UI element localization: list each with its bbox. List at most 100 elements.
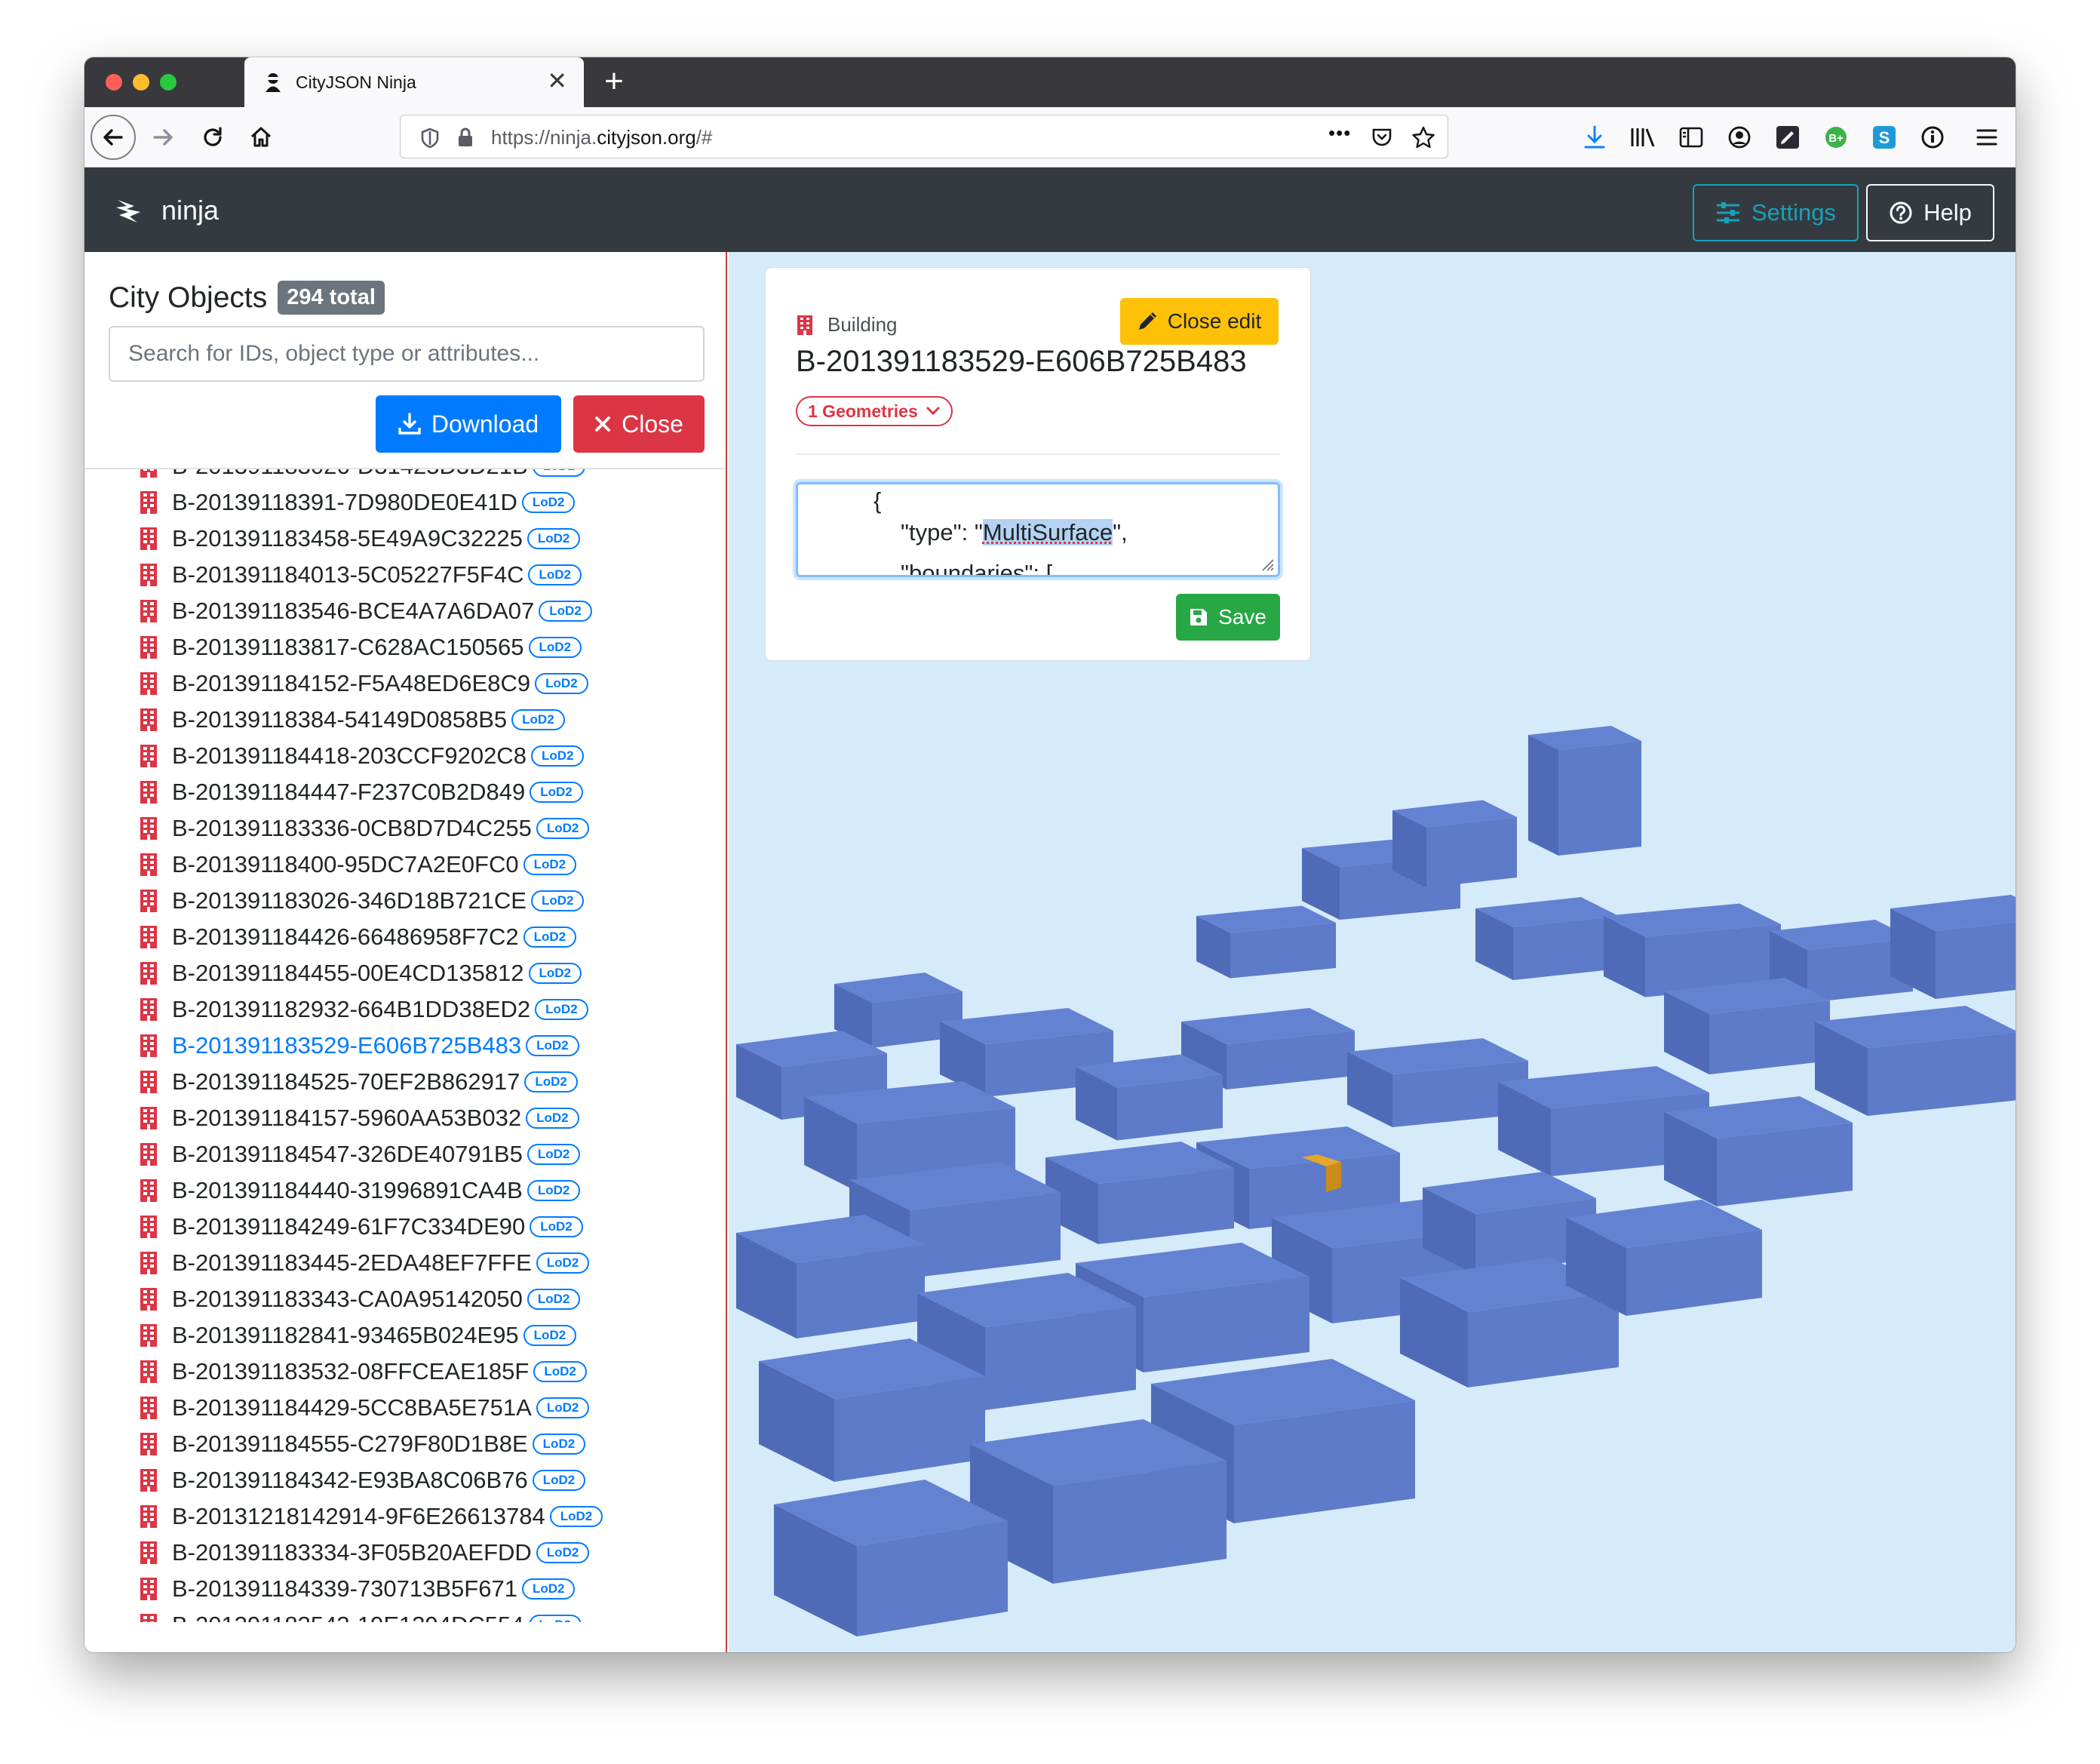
city-object-id: B-201391184426-66486958F7C2	[172, 923, 519, 950]
city-object-item[interactable]: B-201391184447-F237C0B2D849 LoD2	[140, 774, 603, 810]
city-object-item[interactable]: B-201391184440-31996891CA4B LoD2	[140, 1172, 603, 1209]
new-tab-button[interactable]: +	[594, 62, 634, 101]
tab-cityjson-ninja[interactable]: CityJSON Ninja ✕	[244, 57, 584, 107]
city-object-item[interactable]: B-201391183026-D31425D3D21B LoD2	[140, 469, 603, 484]
city-object-item[interactable]: B-20139118400-95DC7A2E0FC0 LoD2	[140, 847, 603, 883]
extension-badge-button[interactable]: B+	[1821, 122, 1851, 152]
help-button[interactable]: Help	[1866, 184, 1994, 241]
building-block[interactable]	[1890, 895, 2016, 999]
city-object-item[interactable]: B-201391184418-203CCF9202C8 LoD2	[140, 738, 603, 774]
extension-pen-button[interactable]	[1773, 122, 1803, 152]
extension-s-button[interactable]: S	[1869, 122, 1899, 152]
city-object-item[interactable]: B-201391183336-0CB8D7D4C255 LoD2	[140, 810, 603, 847]
building-icon	[140, 1433, 157, 1455]
building-block[interactable]	[1392, 800, 1517, 888]
city-object-item[interactable]: B-201391183817-C628AC150565 LoD2	[140, 629, 603, 665]
save-button[interactable]: Save	[1176, 594, 1280, 641]
building-block[interactable]	[1566, 1200, 1762, 1316]
extension-info-button[interactable]	[1917, 122, 1948, 152]
city-objects-list-container[interactable]: B-201391183026-D31425D3D21BLoD2B-2013911…	[84, 468, 726, 1622]
sidebar-toggle-button[interactable]	[1676, 122, 1706, 152]
close-file-button[interactable]: Close	[573, 395, 705, 453]
download-button[interactable]: Download	[376, 395, 561, 453]
back-button[interactable]	[91, 115, 136, 160]
lod-badge: LoD2	[535, 673, 588, 694]
home-button[interactable]	[238, 115, 284, 160]
city-object-item[interactable]: B-201391184555-C279F80D1B8E LoD2	[140, 1426, 603, 1462]
building-icon	[140, 1071, 157, 1093]
city-object-item[interactable]: B-201391183529-E606B725B483 LoD2	[140, 1028, 603, 1064]
city-object-item[interactable]: B-201391184547-326DE40791B5 LoD2	[140, 1136, 603, 1172]
city-object-item[interactable]: B-201391183343-CA0A95142050 LoD2	[140, 1281, 603, 1317]
json-editor-textarea[interactable]: { "type": "MultiSurface", "boundaries": …	[796, 482, 1280, 577]
city-object-item[interactable]: B-201391184152-F5A48ED6E8C9 LoD2	[140, 665, 603, 702]
resize-grip-icon[interactable]	[1258, 555, 1275, 572]
forward-button[interactable]	[140, 115, 186, 160]
search-input[interactable]	[109, 326, 705, 382]
building-block[interactable]	[759, 1338, 985, 1482]
url-text[interactable]: https://ninja.cityjson.org/#	[491, 126, 712, 149]
lod-badge: LoD2	[530, 890, 585, 911]
star-icon[interactable]	[1411, 125, 1435, 149]
building-block[interactable]	[970, 1419, 1227, 1584]
city-object-item[interactable]: B-201391183445-2EDA48EF7FFE LoD2	[140, 1245, 603, 1281]
city-object-item[interactable]: B-201391183546-BCE4A7A6DA07 LoD2	[140, 593, 603, 629]
building-block[interactable]	[1528, 726, 1641, 856]
city-object-id: B-201391183334-3F05B20AEFDD	[172, 1539, 532, 1566]
library-icon	[1631, 128, 1655, 147]
brand[interactable]: ninja	[115, 195, 219, 226]
account-button[interactable]	[1724, 122, 1755, 152]
city-object-item[interactable]: B-201391183543-19E1394DC554 LoD2	[140, 1607, 603, 1622]
city-object-item[interactable]: B-201391184013-5C05227F5F4C LoD2	[140, 557, 603, 593]
building-block[interactable]	[1815, 1006, 2016, 1116]
city-object-item[interactable]: B-201391182841-93465B024E95 LoD2	[140, 1317, 603, 1354]
building-icon	[140, 1288, 157, 1311]
city-object-item[interactable]: B-201391184157-5960AA53B032 LoD2	[140, 1100, 603, 1136]
city-object-item[interactable]: B-201391184249-61F7C334DE90 LoD2	[140, 1209, 603, 1245]
building-block[interactable]	[1664, 1096, 1853, 1206]
settings-button[interactable]: Settings	[1693, 184, 1859, 241]
city-object-item[interactable]: B-201391182932-664B1DD38ED2 LoD2	[140, 991, 603, 1028]
home-icon	[250, 127, 272, 147]
building-block[interactable]	[736, 1215, 925, 1338]
close-window-button[interactable]	[106, 74, 122, 91]
city-object-item[interactable]: B-201391184429-5CC8BA5E751A LoD2	[140, 1390, 603, 1426]
downloads-button[interactable]	[1580, 122, 1610, 152]
pocket-icon[interactable]	[1371, 126, 1393, 149]
city-object-item[interactable]: B-201391184342-E93BA8C06B76 LoD2	[140, 1462, 603, 1498]
building-icon	[140, 998, 157, 1021]
city-object-item[interactable]: B-201391183026-346D18B721CE LoD2	[140, 883, 603, 919]
city-object-item[interactable]: B-201391184339-730713B5F671 LoD2	[140, 1571, 603, 1607]
city-object-item[interactable]: B-201391184525-70EF2B862917 LoD2	[140, 1064, 603, 1100]
city-object-item[interactable]: B-20139118384-54149D0858B5 LoD2	[140, 702, 603, 738]
city-object-item[interactable]: B-201391184426-66486958F7C2 LoD2	[140, 919, 603, 955]
building-block[interactable]	[1196, 905, 1336, 979]
tab-close-icon[interactable]: ✕	[547, 67, 567, 94]
geometries-dropdown[interactable]: 1 Geometries	[796, 396, 953, 426]
minimize-window-button[interactable]	[133, 74, 149, 91]
city-object-item[interactable]: B-201391184455-00E4CD135812 LoD2	[140, 955, 603, 991]
lock-icon[interactable]	[456, 126, 474, 149]
city-object-id: B-201391184249-61F7C334DE90	[172, 1213, 526, 1240]
zoom-window-button[interactable]	[160, 74, 177, 91]
app-menu-button[interactable]	[1972, 122, 2002, 152]
city-object-item[interactable]: B-201391183532-08FFCEAE185F LoD2	[140, 1354, 603, 1390]
building-block[interactable]	[1045, 1142, 1234, 1244]
close-edit-button[interactable]: Close edit	[1120, 298, 1279, 345]
3d-viewer[interactable]: Building B-201391183529-E606B725B483 Clo…	[729, 252, 2016, 1652]
building-block[interactable]	[1475, 897, 1619, 980]
shield-icon[interactable]	[420, 128, 440, 149]
city-object-item[interactable]: B-20131218142914-9F6E26613784 LoD2	[140, 1498, 603, 1535]
library-button[interactable]	[1628, 122, 1658, 152]
city-object-item[interactable]: B-201391183458-5E49A9C32225 LoD2	[140, 521, 603, 557]
address-bar[interactable]: https://ninja.cityjson.org/# •••	[400, 115, 1448, 158]
building-icon	[797, 315, 812, 335]
app-navbar: ninja Settings Help	[84, 167, 2016, 252]
building-block[interactable]	[1076, 1054, 1223, 1141]
page-actions-menu[interactable]: •••	[1328, 121, 1351, 145]
building-block[interactable]	[1664, 978, 1830, 1074]
reload-button[interactable]	[190, 115, 235, 160]
city-object-item[interactable]: B-201391183334-3F05B20AEFDD LoD2	[140, 1535, 603, 1571]
city-object-item[interactable]: B-20139118391-7D980DE0E41D LoD2	[140, 484, 603, 521]
city-object-id: B-20139118384-54149D0858B5	[172, 706, 508, 733]
